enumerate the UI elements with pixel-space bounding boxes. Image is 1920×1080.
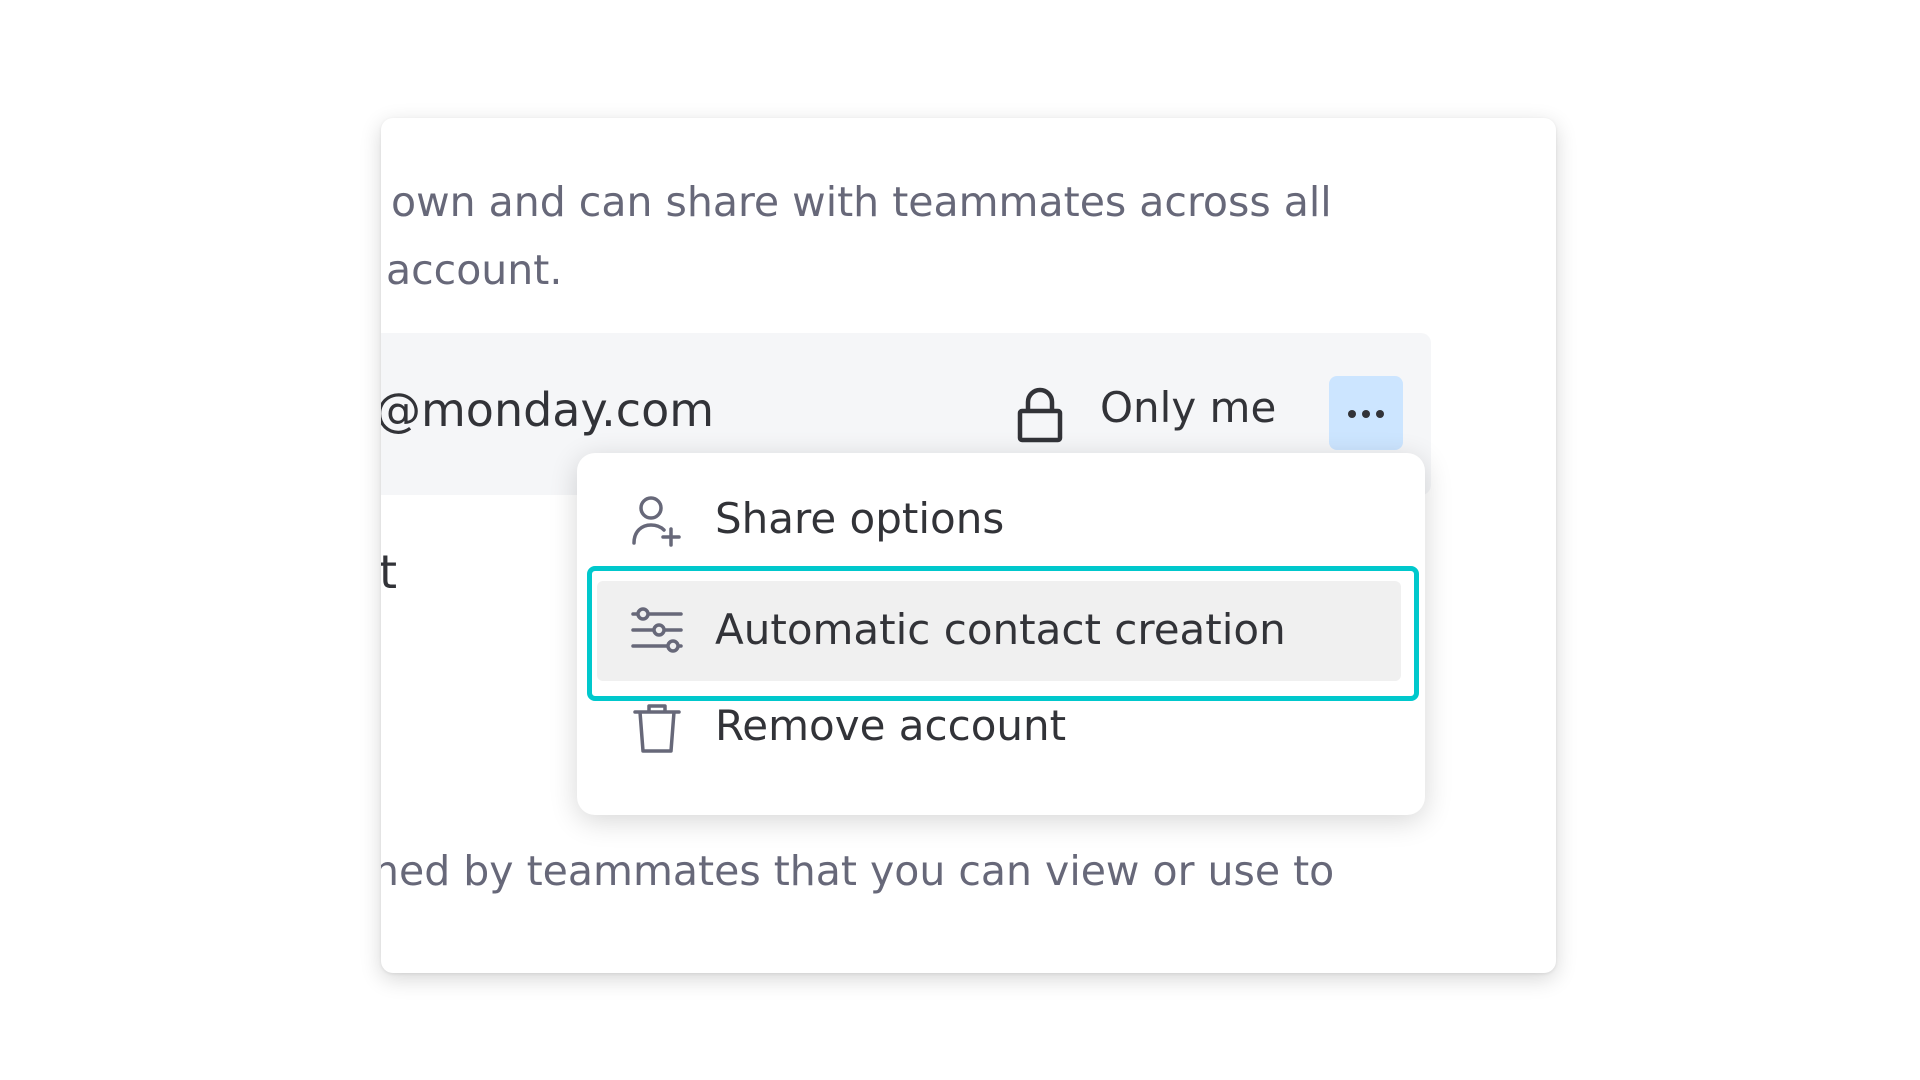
shared-accounts-description: ned by teammates that you can view or us… [381, 847, 1335, 895]
menu-item-label: Automatic contact creation [715, 605, 1286, 654]
more-horizontal-icon [1346, 404, 1386, 423]
description-line-2: account. [386, 246, 563, 294]
filter-sliders-icon [631, 606, 683, 658]
section-heading-fragment: t [381, 545, 398, 599]
lock-icon [1016, 387, 1064, 443]
menu-item-label: Remove account [715, 701, 1067, 750]
trash-icon [631, 702, 683, 754]
visibility-label: Only me [1100, 383, 1277, 432]
menu-item-share-options[interactable]: Share options [597, 470, 1401, 570]
person-add-icon [631, 495, 683, 547]
menu-item-remove-account[interactable]: Remove account [597, 677, 1401, 777]
owned-accounts-description: own and can share with teammates across … [386, 168, 1391, 304]
account-actions-menu: Share options Automatic contact creation… [577, 453, 1425, 815]
description-line-1: own and can share with teammates across … [391, 178, 1332, 226]
more-actions-button[interactable] [1329, 376, 1403, 450]
menu-item-automatic-contact-creation[interactable]: Automatic contact creation [597, 581, 1401, 681]
menu-item-label: Share options [715, 494, 1005, 543]
account-email: @monday.com [381, 383, 715, 437]
